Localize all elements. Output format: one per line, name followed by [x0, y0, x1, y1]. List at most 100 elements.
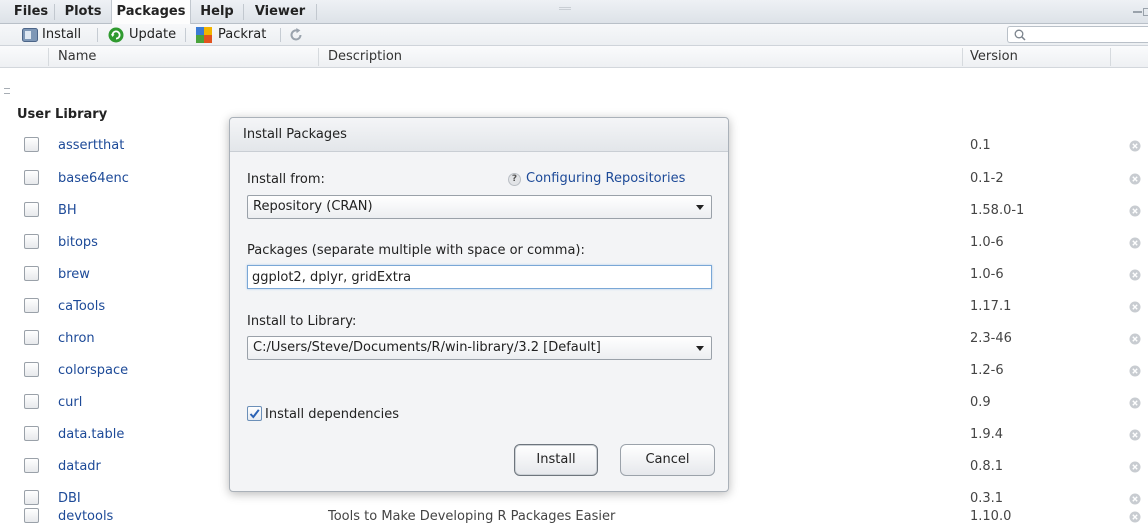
package-name-link[interactable]: brew	[58, 260, 90, 289]
package-name-link[interactable]: colorspace	[58, 356, 128, 385]
install-dependencies-checkbox[interactable]	[247, 406, 262, 421]
packrat-icon[interactable]	[196, 27, 212, 43]
remove-icon[interactable]	[1129, 173, 1141, 185]
tab-plots[interactable]: Plots	[56, 0, 110, 24]
maximize-icon[interactable]	[1143, 8, 1148, 16]
install-button[interactable]: Install	[42, 26, 81, 44]
install-icon[interactable]	[22, 28, 38, 42]
package-name-link[interactable]: bitops	[58, 228, 98, 257]
package-checkbox[interactable]	[24, 362, 39, 377]
library-section-label: User Library	[17, 107, 108, 122]
toolbar-divider	[97, 28, 98, 42]
remove-icon[interactable]	[1129, 365, 1141, 377]
package-name-link[interactable]: chron	[58, 324, 95, 353]
package-version: 0.9	[970, 395, 991, 410]
cancel-button[interactable]: Cancel	[620, 444, 715, 476]
update-button[interactable]: Update	[129, 26, 176, 44]
install-from-value: Repository (CRAN)	[253, 199, 373, 214]
package-checkbox[interactable]	[24, 298, 39, 313]
install-to-library-select[interactable]: C:/Users/Steve/Documents/R/win-library/3…	[247, 336, 712, 360]
package-checkbox[interactable]	[24, 202, 39, 217]
tab-divider	[316, 4, 317, 20]
package-name-link[interactable]: assertthat	[58, 131, 124, 160]
remove-icon[interactable]	[1129, 397, 1141, 409]
remove-icon[interactable]	[1129, 301, 1141, 313]
dropdown-arrow-icon	[696, 346, 704, 351]
package-name-link[interactable]: curl	[58, 388, 82, 417]
remove-icon[interactable]	[1129, 429, 1141, 441]
install-button-dialog[interactable]: Install	[514, 444, 598, 476]
toolbar-divider	[280, 28, 281, 42]
tab-divider	[243, 4, 244, 20]
remove-icon[interactable]	[1129, 237, 1141, 249]
package-checkbox[interactable]	[24, 426, 39, 441]
package-version: 1.2-6	[970, 363, 1004, 378]
package-version: 1.17.1	[970, 299, 1012, 314]
remove-icon[interactable]	[1129, 269, 1141, 281]
configuring-repositories-link[interactable]: Configuring Repositories	[526, 171, 685, 186]
install-dependencies-label: Install dependencies	[265, 407, 400, 422]
package-checkbox[interactable]	[24, 508, 39, 523]
install-to-library-label: Install to Library:	[247, 314, 357, 329]
minimize-icon[interactable]	[1133, 11, 1142, 13]
package-checkbox[interactable]	[24, 137, 39, 152]
remove-icon[interactable]	[1129, 140, 1141, 152]
install-from-select[interactable]: Repository (CRAN)	[247, 195, 712, 219]
column-header-name[interactable]: Name	[58, 46, 96, 68]
tab-help[interactable]: Help	[192, 0, 242, 24]
tab-divider	[54, 4, 55, 20]
remove-icon[interactable]	[1129, 511, 1141, 523]
toolbar-divider	[185, 28, 186, 42]
package-checkbox[interactable]	[24, 266, 39, 281]
column-divider	[48, 48, 49, 66]
remove-icon[interactable]	[1129, 205, 1141, 217]
remove-icon[interactable]	[1129, 461, 1141, 473]
package-checkbox[interactable]	[24, 458, 39, 473]
package-version: 1.9.4	[970, 427, 1004, 442]
package-description: Tools to Make Developing R Packages Easi…	[328, 509, 616, 524]
package-name-link[interactable]: caTools	[58, 292, 105, 321]
checkmark-icon	[249, 409, 260, 419]
column-header-description[interactable]: Description	[328, 46, 402, 68]
package-version: 0.8.1	[970, 459, 1004, 474]
dropdown-arrow-icon	[696, 205, 704, 210]
tab-files[interactable]: Files	[9, 0, 53, 24]
package-name-link[interactable]: BH	[58, 196, 77, 225]
packrat-button[interactable]: Packrat	[218, 26, 266, 44]
refresh-icon[interactable]	[288, 27, 304, 43]
package-checkbox[interactable]	[24, 234, 39, 249]
package-version: 1.58.0-1	[970, 203, 1025, 218]
tab-packages[interactable]: Packages	[111, 0, 191, 25]
splitter-handle[interactable]	[4, 88, 10, 94]
search-input[interactable]	[1008, 27, 1148, 43]
package-version: 1.10.0	[970, 509, 1012, 524]
package-name-link[interactable]: base64enc	[58, 164, 129, 193]
column-header-version[interactable]: Version	[970, 46, 1018, 68]
package-name-link[interactable]: devtools	[58, 502, 113, 531]
packages-label: Packages (separate multiple with space o…	[247, 243, 585, 258]
column-divider	[318, 48, 319, 66]
package-checkbox[interactable]	[24, 330, 39, 345]
package-checkbox[interactable]	[24, 394, 39, 409]
table-row: devtools Tools to Make Developing R Pack…	[0, 502, 1148, 531]
help-icon[interactable]: ?	[508, 173, 521, 186]
update-icon[interactable]	[108, 27, 124, 43]
package-name-link[interactable]: data.table	[58, 420, 124, 449]
package-checkbox[interactable]	[24, 170, 39, 185]
package-name-link[interactable]: datadr	[58, 452, 101, 481]
tab-viewer[interactable]: Viewer	[245, 0, 315, 24]
pane-window-controls[interactable]	[1133, 8, 1148, 16]
package-version: 0.1	[970, 138, 991, 153]
dialog-title: Install Packages	[230, 118, 728, 152]
packages-toolbar: Install Update Packrat	[0, 24, 1148, 46]
column-divider	[1110, 48, 1111, 66]
package-search-box[interactable]	[1007, 26, 1148, 43]
packages-input[interactable]	[247, 265, 712, 289]
install-to-library-value: C:/Users/Steve/Documents/R/win-library/3…	[253, 340, 601, 355]
package-version: 1.0-6	[970, 267, 1004, 282]
column-divider	[962, 48, 963, 66]
package-version: 0.1-2	[970, 171, 1004, 186]
pane-resize-grip[interactable]	[559, 7, 571, 10]
remove-icon[interactable]	[1129, 333, 1141, 345]
install-from-label: Install from:	[247, 172, 325, 187]
